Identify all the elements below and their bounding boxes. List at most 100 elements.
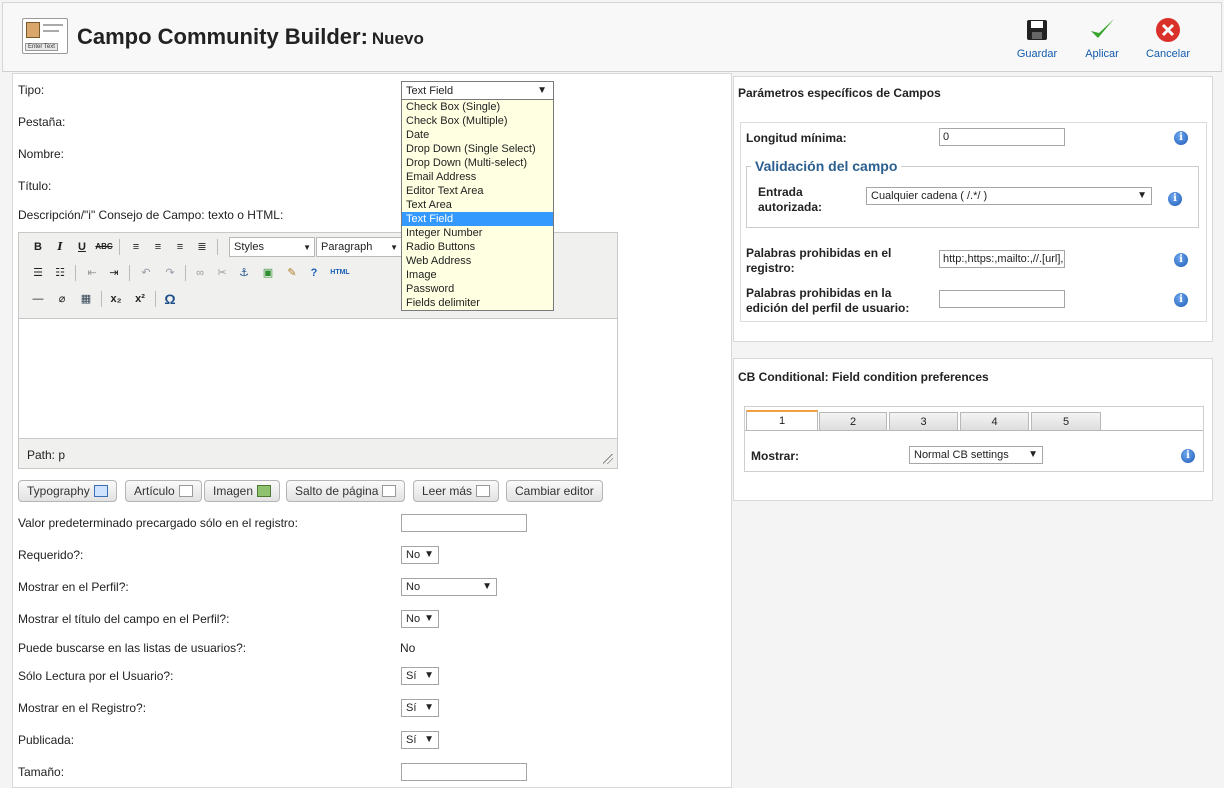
remove-format-icon[interactable]: ⌀ xyxy=(53,290,71,308)
tipo-option[interactable]: Date xyxy=(402,128,553,142)
tab-5[interactable]: 5 xyxy=(1031,412,1101,431)
tipo-option[interactable]: Password xyxy=(402,282,553,296)
editor-content-area[interactable] xyxy=(19,318,617,439)
info-icon[interactable]: i xyxy=(1174,131,1188,145)
lectura-select[interactable]: Sí ▼ xyxy=(401,667,439,685)
resize-handle-icon[interactable] xyxy=(603,454,613,464)
cleanup-icon[interactable]: ✎ xyxy=(283,264,301,282)
titulo-label: Título: xyxy=(18,179,52,193)
entrada-label: Entrada autorizada: xyxy=(758,185,822,215)
apply-button[interactable]: Aplicar xyxy=(1072,12,1132,64)
publicada-value: Sí xyxy=(406,734,417,746)
special-character-icon[interactable]: Ω xyxy=(161,290,179,308)
tab-4[interactable]: 4 xyxy=(960,412,1029,431)
tipo-select-value-box[interactable]: Text Field ▼ xyxy=(402,82,553,100)
tipo-option[interactable]: Drop Down (Multi-select) xyxy=(402,156,553,170)
help-icon[interactable]: ? xyxy=(305,264,323,282)
articulo-label: Artículo xyxy=(134,484,175,498)
save-label: Guardar xyxy=(1016,48,1058,60)
align-right-icon[interactable]: ≡ xyxy=(171,238,189,256)
tab-2[interactable]: 2 xyxy=(819,412,887,431)
conditional-title: CB Conditional: Field condition preferen… xyxy=(738,370,989,384)
paragraph-select[interactable]: Paragraph ▼ xyxy=(316,237,402,257)
perfil-value: No xyxy=(406,581,421,593)
numbered-list-icon[interactable]: ☷ xyxy=(51,264,69,282)
styles-select[interactable]: Styles ▼ xyxy=(229,237,315,257)
tipo-option[interactable]: Email Address xyxy=(402,170,553,184)
subscript-icon[interactable]: x₂ xyxy=(107,290,125,308)
cambiar-label: Cambiar editor xyxy=(515,484,594,498)
requerido-label: Requerido?: xyxy=(18,548,84,562)
bullet-list-icon[interactable]: ☰ xyxy=(29,264,47,282)
prohibidas-registro-input[interactable]: http:,https:,mailto:,//.[url],< xyxy=(939,250,1065,268)
field-manager-icon: Enter Text xyxy=(22,18,68,54)
pagebreak-icon xyxy=(382,485,397,497)
html-source-icon[interactable]: HTML xyxy=(327,264,353,282)
italic-icon[interactable]: I xyxy=(51,238,69,256)
info-icon[interactable]: i xyxy=(1168,192,1182,206)
tamano-input[interactable] xyxy=(401,763,527,781)
tipo-option[interactable]: Check Box (Single) xyxy=(402,100,553,114)
align-center-icon[interactable]: ≡ xyxy=(149,238,167,256)
leer-mas-button[interactable]: Leer más xyxy=(413,480,500,502)
tipo-option[interactable]: Drop Down (Single Select) xyxy=(402,142,553,156)
mostrar-select[interactable]: Normal CB settings ▼ xyxy=(909,446,1043,464)
tamano-label: Tamaño: xyxy=(18,765,65,779)
titulo-perfil-select[interactable]: No ▼ xyxy=(401,610,439,628)
cancel-button[interactable]: Cancelar xyxy=(1138,12,1198,64)
tipo-option-selected[interactable]: Text Field xyxy=(402,212,553,226)
readmore-icon xyxy=(476,485,491,497)
tab-3[interactable]: 3 xyxy=(889,412,958,431)
info-icon[interactable]: i xyxy=(1181,449,1195,463)
visual-aid-icon[interactable]: ▦ xyxy=(77,290,95,308)
unlink-icon[interactable]: ✂ xyxy=(213,264,231,282)
tab-1[interactable]: 1 xyxy=(746,410,818,431)
requerido-select[interactable]: No ▼ xyxy=(401,546,439,564)
salto-pagina-button[interactable]: Salto de página xyxy=(286,480,406,502)
checkmark-icon xyxy=(1091,19,1114,38)
superscript-icon[interactable]: x² xyxy=(131,290,149,308)
undo-icon[interactable]: ↶ xyxy=(137,264,155,282)
tipo-option[interactable]: Text Area xyxy=(402,198,553,212)
publicada-select[interactable]: Sí ▼ xyxy=(401,731,439,749)
indent-icon[interactable]: ⇥ xyxy=(105,264,123,282)
entrada-select[interactable]: Cualquier cadena ( /.*/ ) ▼ xyxy=(866,187,1152,205)
outdent-icon[interactable]: ⇤ xyxy=(83,264,101,282)
tipo-option[interactable]: Check Box (Multiple) xyxy=(402,114,553,128)
prohibidas-registro-line-1: Palabras prohibidas en el xyxy=(746,246,892,260)
editor-path: Path: p xyxy=(27,448,66,462)
valor-input[interactable] xyxy=(401,514,527,532)
registro-select[interactable]: Sí ▼ xyxy=(401,699,439,717)
paragraph-select-value: Paragraph xyxy=(321,241,373,253)
typography-button[interactable]: Typography xyxy=(18,480,117,502)
longitud-input[interactable]: 0 xyxy=(939,128,1065,146)
tipo-option[interactable]: Web Address xyxy=(402,254,553,268)
insert-image-icon[interactable]: ▣ xyxy=(259,264,277,282)
strikethrough-icon[interactable]: ABC xyxy=(95,238,113,256)
tipo-select[interactable]: Text Field ▼ Check Box (Single) Check Box… xyxy=(401,81,554,311)
imagen-button[interactable]: Imagen xyxy=(204,480,281,502)
tipo-option[interactable]: Editor Text Area xyxy=(402,184,553,198)
anchor-icon[interactable]: ⚓ xyxy=(235,264,253,282)
prohibidas-edicion-input[interactable] xyxy=(939,290,1065,308)
nombre-label: Nombre: xyxy=(18,147,65,161)
align-left-icon[interactable]: ≡ xyxy=(127,238,145,256)
tipo-option[interactable]: Radio Buttons xyxy=(402,240,553,254)
link-icon[interactable]: ∞ xyxy=(191,264,209,282)
bold-icon[interactable]: B xyxy=(29,238,47,256)
tipo-option[interactable]: Fields delimiter xyxy=(402,296,553,310)
underline-icon[interactable]: U xyxy=(73,238,91,256)
perfil-select[interactable]: No ▼ xyxy=(401,578,497,596)
page-title: Campo Community Builder: Nuevo xyxy=(77,24,424,50)
tipo-option[interactable]: Image xyxy=(402,268,553,282)
horizontal-rule-icon[interactable]: ― xyxy=(29,290,47,308)
articulo-button[interactable]: Artículo xyxy=(125,480,202,502)
cambiar-editor-button[interactable]: Cambiar editor xyxy=(506,480,603,502)
align-justify-icon[interactable]: ≣ xyxy=(193,238,211,256)
info-icon[interactable]: i xyxy=(1174,253,1188,267)
info-icon[interactable]: i xyxy=(1174,293,1188,307)
longitud-label: Longitud mínima: xyxy=(746,131,847,145)
redo-icon[interactable]: ↷ xyxy=(161,264,179,282)
tipo-option[interactable]: Integer Number xyxy=(402,226,553,240)
save-button[interactable]: Guardar xyxy=(1007,12,1067,64)
